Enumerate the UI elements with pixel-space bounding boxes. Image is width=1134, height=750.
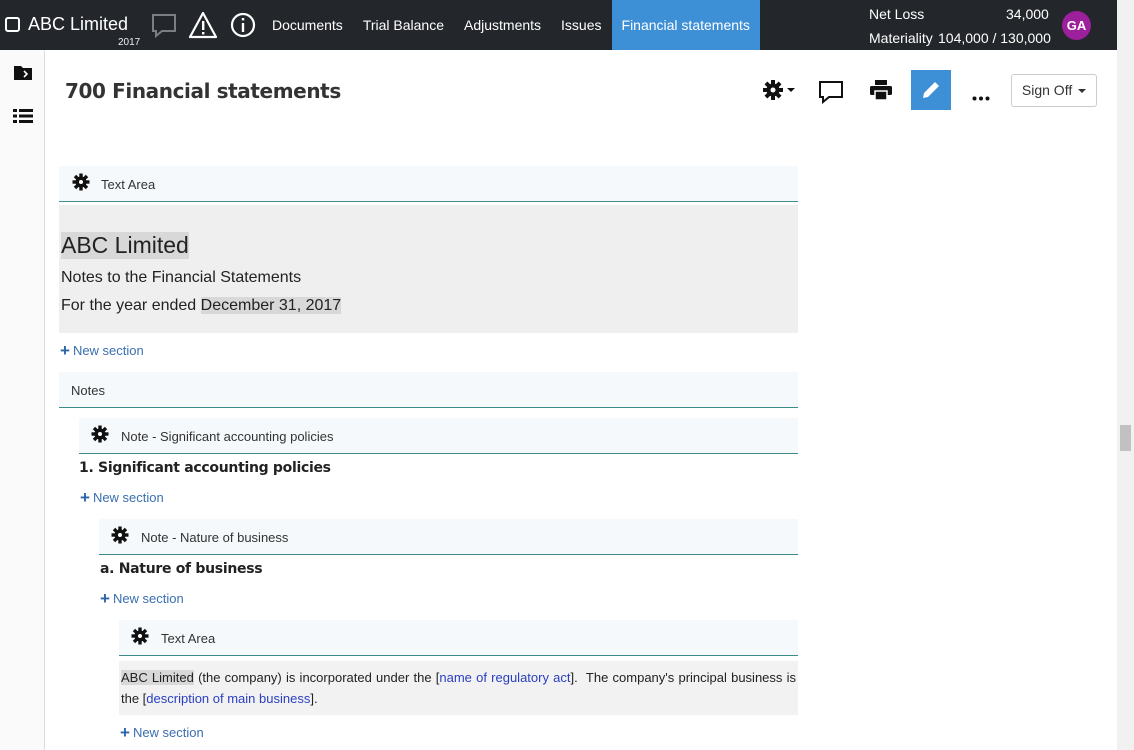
- new-section-button[interactable]: + New section: [120, 722, 204, 742]
- gear-icon[interactable]: [111, 526, 129, 547]
- text-area-content[interactable]: ABC Limited (the company) is incorporate…: [119, 661, 798, 715]
- net-loss-label: Net Loss: [869, 6, 925, 22]
- plus-icon: +: [120, 723, 130, 742]
- comment-icon[interactable]: [818, 79, 844, 110]
- plus-icon: +: [60, 341, 70, 360]
- notes-header[interactable]: Notes: [59, 372, 798, 408]
- company-name: ABC Limited: [121, 670, 194, 685]
- client-name: ABC Limited: [28, 14, 129, 34]
- note-heading: 1. Significant accounting policies: [79, 460, 331, 476]
- info-icon[interactable]: [229, 11, 257, 44]
- statement-subtitle: Notes to the Financial Statements: [61, 269, 302, 286]
- notes-label: Notes: [71, 383, 105, 398]
- materiality-value: 104,000 / 130,000: [938, 30, 1051, 46]
- new-section-label: New section: [132, 725, 204, 740]
- materiality-label: Materiality: [869, 30, 933, 46]
- vertical-scrollbar[interactable]: [1117, 0, 1134, 750]
- section-label: Text Area: [161, 631, 216, 646]
- new-section-label: New section: [72, 343, 144, 358]
- company-name: ABC Limited: [61, 232, 189, 259]
- note-label: Note - Significant accounting policies: [121, 429, 334, 444]
- more-options-icon[interactable]: [972, 88, 990, 106]
- sign-off-label: Sign Off: [1021, 82, 1073, 98]
- section-label: Text Area: [101, 177, 156, 192]
- list-icon[interactable]: [13, 108, 33, 129]
- period-line: For the year ended December 31, 2017: [61, 297, 342, 315]
- plus-icon: +: [80, 488, 90, 507]
- period-date: December 31, 2017: [200, 297, 342, 314]
- new-section-button[interactable]: + New section: [80, 487, 164, 507]
- client-selector[interactable]: ABC Limited: [5, 14, 128, 35]
- note-business-header[interactable]: Note - Nature of business: [99, 519, 798, 555]
- new-section-label: New section: [112, 591, 184, 606]
- folder-icon[interactable]: [13, 64, 33, 87]
- edit-button[interactable]: [911, 70, 951, 110]
- text-area-content[interactable]: ABC Limited Notes to the Financial State…: [59, 205, 798, 333]
- text-area-header[interactable]: Text Area: [59, 166, 798, 202]
- para-text: (the company) is incorporated under the …: [193, 670, 440, 685]
- caret-down-icon: [1078, 89, 1087, 94]
- scroll-thumb[interactable]: [1120, 425, 1131, 451]
- gear-icon[interactable]: [91, 425, 109, 446]
- note-label: Note - Nature of business: [141, 530, 289, 545]
- new-section-button[interactable]: + New section: [60, 340, 144, 360]
- nav-adjustments[interactable]: Adjustments: [454, 0, 551, 50]
- plus-icon: +: [100, 589, 110, 608]
- text-area-header[interactable]: Text Area: [119, 620, 798, 656]
- comments-icon[interactable]: [150, 11, 178, 44]
- new-section-button[interactable]: + New section: [100, 588, 184, 608]
- main-nav: Documents Trial Balance Adjustments Issu…: [262, 0, 760, 50]
- engagement-year: 2017: [118, 37, 141, 48]
- note-heading: a. Nature of business: [100, 561, 263, 577]
- user-avatar[interactable]: GA: [1062, 11, 1091, 40]
- settings-dropdown-icon[interactable]: [762, 79, 798, 106]
- gear-icon[interactable]: [131, 627, 149, 648]
- net-loss-value: 34,000: [1006, 6, 1049, 22]
- top-bar: ABC Limited 2017 Documents Trial Balance…: [0, 0, 1117, 50]
- client-checkbox-icon: [5, 17, 20, 32]
- nav-financial-statements[interactable]: Financial statements: [611, 0, 760, 50]
- para-text: ].: [310, 691, 318, 706]
- placeholder-link[interactable]: description of main business: [146, 691, 310, 706]
- nav-issues[interactable]: Issues: [551, 0, 611, 50]
- nav-documents[interactable]: Documents: [262, 0, 353, 50]
- new-section-label: New section: [92, 490, 164, 505]
- period-prefix: For the year ended: [61, 297, 201, 314]
- left-rail: [0, 50, 45, 750]
- placeholder-link[interactable]: name of regulatory act: [439, 670, 570, 685]
- page-title: 700 Financial statements: [65, 79, 341, 103]
- note-policies-header[interactable]: Note - Significant accounting policies: [79, 418, 798, 454]
- pencil-icon: [921, 80, 941, 105]
- nav-trial-balance[interactable]: Trial Balance: [353, 0, 454, 50]
- print-icon[interactable]: [870, 80, 892, 105]
- warning-icon[interactable]: [188, 11, 218, 44]
- gear-icon[interactable]: [72, 173, 90, 194]
- sign-off-button[interactable]: Sign Off: [1011, 74, 1097, 107]
